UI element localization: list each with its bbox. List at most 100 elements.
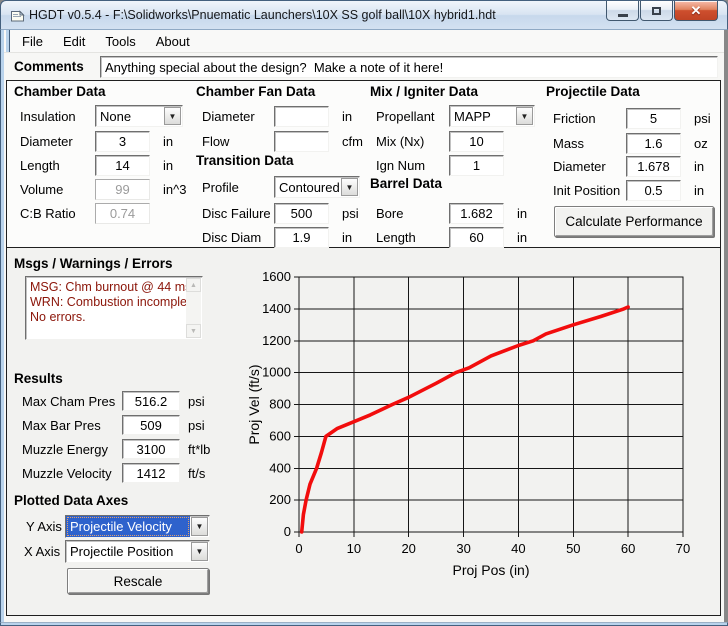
close-button[interactable]: ✕ bbox=[674, 1, 718, 21]
app-icon bbox=[10, 9, 25, 28]
fan-diameter-input[interactable] bbox=[274, 106, 329, 127]
svg-text:800: 800 bbox=[269, 397, 291, 412]
results-section: Max Cham Pres psi Max Bar Pres psi Muzzl… bbox=[22, 390, 242, 490]
y-axis-select[interactable]: Projectile Velocity ▼ bbox=[65, 515, 210, 538]
propellant-label: Propellant bbox=[376, 109, 449, 124]
svg-text:200: 200 bbox=[269, 492, 291, 507]
ign-num-input[interactable] bbox=[449, 155, 504, 176]
svg-text:70: 70 bbox=[676, 541, 690, 556]
projectile-diameter-label: Diameter bbox=[553, 159, 626, 174]
svg-text:40: 40 bbox=[511, 541, 525, 556]
calculate-performance-button[interactable]: Calculate Performance bbox=[554, 206, 714, 237]
disc-failure-input[interactable] bbox=[274, 203, 329, 224]
chevron-down-icon: ▼ bbox=[164, 107, 181, 125]
muzzle-energy-label: Muzzle Energy bbox=[22, 442, 122, 457]
chamber-volume-label: Volume bbox=[20, 182, 95, 197]
svg-text:50: 50 bbox=[566, 541, 580, 556]
barrel-length-label: Length bbox=[376, 230, 449, 245]
chamber-data-title: Chamber Data bbox=[14, 84, 106, 99]
fan-transition-section: Chamber Fan Data Diameter in Flow cfm Tr… bbox=[196, 84, 371, 246]
messages-scrollbar[interactable]: ▲ ▼ bbox=[186, 278, 201, 338]
max-bar-pres-label: Max Bar Pres bbox=[22, 418, 122, 433]
svg-text:60: 60 bbox=[621, 541, 635, 556]
init-position-label: Init Position bbox=[553, 183, 626, 198]
svg-text:1400: 1400 bbox=[262, 301, 291, 316]
menu-item-tools[interactable]: Tools bbox=[95, 31, 145, 52]
init-position-input[interactable] bbox=[626, 180, 681, 201]
svg-text:0: 0 bbox=[284, 524, 291, 539]
ign-num-label: Ign Num bbox=[376, 158, 449, 173]
muzzle-velocity-value[interactable] bbox=[122, 463, 180, 483]
rescale-button[interactable]: Rescale bbox=[67, 568, 209, 594]
chamber-diameter-input[interactable] bbox=[95, 131, 150, 152]
projectile-data-title: Projectile Data bbox=[546, 84, 640, 99]
scroll-up-icon[interactable]: ▲ bbox=[186, 278, 201, 292]
profile-label: Profile bbox=[202, 180, 274, 195]
window-border-bottom bbox=[0, 622, 728, 626]
message-line: MSG: Chm burnout @ 44 ms bbox=[30, 280, 184, 295]
mix-nx-label: Mix (Nx) bbox=[376, 134, 449, 149]
comments-label: Comments bbox=[14, 59, 84, 74]
projectile-data-section: Projectile Data Friction psi Mass oz Dia… bbox=[546, 84, 722, 246]
window-border-right bbox=[6, 30, 10, 52]
barrel-data-title: Barrel Data bbox=[370, 176, 442, 191]
bore-label: Bore bbox=[376, 206, 449, 221]
maximize-button[interactable] bbox=[640, 1, 673, 21]
chamber-length-input[interactable] bbox=[95, 155, 150, 176]
cb-ratio-label: C:B Ratio bbox=[20, 206, 95, 221]
window-title: HGDT v0.5.4 - F:\Solidworks\Pnuematic La… bbox=[29, 1, 496, 30]
propellant-select[interactable]: MAPP ▼ bbox=[449, 105, 535, 127]
messages-box[interactable]: MSG: Chm burnout @ 44 ms WRN: Combustion… bbox=[25, 276, 203, 340]
comments-input[interactable] bbox=[100, 56, 718, 78]
menu-item-about[interactable]: About bbox=[146, 31, 200, 52]
mix-nx-input[interactable] bbox=[449, 131, 504, 152]
friction-input[interactable] bbox=[626, 108, 681, 129]
menu-item-edit[interactable]: Edit bbox=[53, 31, 95, 52]
insulation-label: Insulation bbox=[20, 109, 95, 124]
velocity-position-chart: 0102030405060700200400600800100012001400… bbox=[246, 252, 720, 616]
x-axis-select[interactable]: Projectile Position ▼ bbox=[65, 540, 210, 563]
message-line: No errors. bbox=[30, 310, 184, 325]
message-line: WRN: Combustion incomplete bbox=[30, 295, 184, 310]
svg-text:1200: 1200 bbox=[262, 333, 291, 348]
disc-failure-label: Disc Failure bbox=[202, 206, 274, 221]
chevron-down-icon: ▼ bbox=[191, 517, 208, 536]
max-cham-pres-value[interactable] bbox=[122, 391, 180, 411]
transition-data-title: Transition Data bbox=[196, 153, 294, 168]
svg-text:10: 10 bbox=[347, 541, 361, 556]
fan-flow-label: Flow bbox=[202, 134, 274, 149]
mix-barrel-section: Mix / Igniter Data Propellant MAPP ▼ Mix… bbox=[370, 84, 546, 246]
cb-ratio-input bbox=[95, 203, 150, 224]
barrel-length-input[interactable] bbox=[449, 227, 504, 248]
muzzle-energy-value[interactable] bbox=[122, 439, 180, 459]
mass-input[interactable] bbox=[626, 133, 681, 154]
plotted-data-axes-title: Plotted Data Axes bbox=[14, 493, 128, 508]
chamber-data-section: Chamber Data Insulation None ▼ Diameter … bbox=[14, 84, 194, 246]
insulation-select[interactable]: None ▼ bbox=[95, 105, 183, 127]
svg-text:0: 0 bbox=[295, 541, 302, 556]
minimize-button[interactable] bbox=[606, 1, 639, 21]
projectile-diameter-input[interactable] bbox=[626, 156, 681, 177]
svg-text:1600: 1600 bbox=[262, 269, 291, 284]
messages-text: MSG: Chm burnout @ 44 ms WRN: Combustion… bbox=[30, 280, 184, 325]
y-axis-label: Y Axis bbox=[26, 519, 62, 534]
chamber-fan-data-title: Chamber Fan Data bbox=[196, 84, 315, 99]
scroll-down-icon[interactable]: ▼ bbox=[186, 324, 201, 338]
menu-item-file[interactable]: File bbox=[12, 31, 53, 52]
svg-text:20: 20 bbox=[401, 541, 415, 556]
maximize-icon bbox=[652, 7, 661, 15]
profile-select[interactable]: Contoured ▼ bbox=[274, 176, 360, 198]
friction-label: Friction bbox=[553, 111, 626, 126]
window-border-left bbox=[0, 30, 4, 622]
svg-text:Proj Vel (ft/s): Proj Vel (ft/s) bbox=[246, 364, 262, 444]
menu-bar: File Edit Tools About bbox=[4, 30, 724, 53]
bore-input[interactable] bbox=[449, 203, 504, 224]
max-bar-pres-value[interactable] bbox=[122, 415, 180, 435]
close-icon: ✕ bbox=[691, 3, 702, 19]
fan-flow-input[interactable] bbox=[274, 131, 329, 152]
svg-text:30: 30 bbox=[456, 541, 470, 556]
results-title: Results bbox=[14, 371, 63, 386]
svg-text:1000: 1000 bbox=[262, 365, 291, 380]
svg-text:400: 400 bbox=[269, 460, 291, 475]
disc-diam-input[interactable] bbox=[274, 227, 329, 248]
